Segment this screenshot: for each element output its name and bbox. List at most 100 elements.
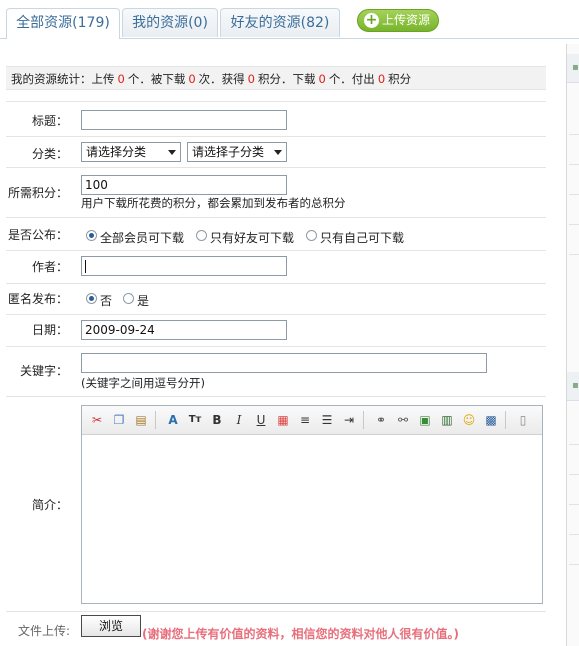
row-divider: [6, 167, 546, 168]
unlink-icon[interactable]: ⚯: [395, 412, 411, 428]
chevron-down-icon: [168, 150, 176, 155]
side-panel-divider: [569, 164, 579, 165]
side-panel-divider: [569, 134, 579, 135]
color-grid-icon[interactable]: ▦: [275, 412, 291, 428]
paste-icon[interactable]: ▤: [133, 412, 149, 428]
subcategory-select-value: 请选择子分类: [192, 145, 265, 159]
points-label: 所需积分：: [7, 186, 68, 200]
side-panel-divider: [569, 224, 579, 225]
stats-paid: 0: [377, 72, 386, 86]
tab-my-resources[interactable]: 我的资源(0): [122, 8, 218, 37]
italic-icon[interactable]: I: [231, 412, 247, 428]
stats-text: 次．获得: [198, 72, 245, 86]
stats-downloaded: 0: [188, 72, 196, 86]
toolbar-separator: [155, 411, 156, 429]
stats-downloads: 0: [318, 72, 326, 86]
anonymous-option-label: 否: [100, 294, 113, 308]
category-select[interactable]: 请选择分类: [81, 142, 181, 162]
side-panel-marker-icon: ▪: [572, 62, 579, 73]
anonymous-radio-yes[interactable]: [123, 293, 134, 304]
list-icon[interactable]: ☰: [319, 412, 335, 428]
editor-toolbar: ✂ ❐ ▤ A Tт B I U ▦ ≡ ☰ ⇥ ⚭ ⚯ ▣ ▥ ☺ ▩ ▯: [82, 406, 542, 435]
title-label: 标题：: [31, 114, 68, 128]
link-icon[interactable]: ⚭: [373, 412, 389, 428]
stats-text: 积分．下载: [257, 72, 316, 86]
stats-text: 个．被下载: [127, 72, 186, 86]
save-icon[interactable]: ▩: [483, 412, 499, 428]
font-size-icon[interactable]: Tт: [187, 412, 203, 428]
points-hint: 用户下载所花费的积分，都会累加到发布者的总积分: [81, 196, 346, 210]
toolbar-separator: [505, 411, 506, 429]
side-panel-divider: [569, 534, 579, 535]
file-upload-label: 文件上传:: [18, 624, 71, 638]
resource-stats-bar: 我的资源统计：上传 0 个．被下载 0 次．获得 0 积分．下载 0 个．付出 0 积分: [6, 66, 546, 90]
intro-label: 简介：: [31, 498, 68, 512]
row-divider: [6, 314, 546, 315]
tab-all-resources[interactable]: 全部资源(179): [6, 8, 120, 39]
side-panel-edge: ▪ ▪: [566, 44, 579, 646]
browse-button[interactable]: 浏览: [81, 615, 141, 637]
stats-uploads: 0: [117, 72, 125, 86]
category-select-value: 请选择分类: [86, 145, 147, 159]
stats-text: 积分: [388, 72, 412, 86]
text-cursor: [85, 260, 86, 273]
row-divider: [6, 136, 546, 137]
public-radio-group: 全部会员可下载 只有好友可下载 只有自己可下载: [86, 229, 416, 245]
public-radio-friends[interactable]: [196, 230, 207, 241]
date-input[interactable]: 2009-09-24: [81, 320, 287, 340]
row-divider: [6, 346, 546, 347]
anonymous-option-label: 是: [137, 294, 150, 308]
public-label: 是否公布：: [7, 228, 68, 242]
side-panel-marker-icon: ▪: [572, 380, 579, 391]
keywords-hint: (关键字之间用逗号分开): [81, 376, 205, 390]
rich-text-editor: ✂ ❐ ▤ A Tт B I U ▦ ≡ ☰ ⇥ ⚭ ⚯ ▣ ▥ ☺ ▩ ▯: [81, 405, 543, 604]
subcategory-select[interactable]: 请选择子分类: [187, 142, 287, 162]
upload-resource-button[interactable]: + 上传资源: [357, 9, 439, 32]
image-icon[interactable]: ▣: [417, 412, 433, 428]
media-icon[interactable]: ▥: [439, 412, 455, 428]
side-panel-divider: [569, 194, 579, 195]
keywords-label: 关键字：: [19, 364, 68, 378]
side-panel-divider: [569, 444, 579, 445]
plus-icon: +: [364, 12, 379, 28]
tab-friends-resources[interactable]: 好友的资源(82): [220, 8, 340, 37]
editor-content-area[interactable]: [82, 435, 542, 603]
anonymous-radio-group: 否 是: [86, 292, 186, 308]
public-radio-self[interactable]: [306, 230, 317, 241]
upload-resource-label: 上传资源: [382, 13, 431, 27]
author-input[interactable]: [81, 256, 287, 276]
author-label: 作者：: [31, 260, 68, 274]
keywords-input[interactable]: [81, 353, 487, 373]
points-input[interactable]: 100: [81, 175, 287, 195]
side-panel-divider: [569, 474, 579, 475]
indent-icon[interactable]: ⇥: [341, 412, 357, 428]
align-icon[interactable]: ≡: [297, 412, 313, 428]
underline-icon[interactable]: U: [253, 412, 269, 428]
side-panel-divider: [569, 564, 579, 565]
emoticon-icon[interactable]: ☺: [461, 412, 477, 428]
row-divider: [6, 396, 546, 397]
row-divider: [6, 217, 546, 218]
side-panel-divider: [569, 504, 579, 505]
row-divider: [6, 101, 546, 102]
bold-icon[interactable]: B: [209, 412, 225, 428]
toolbar-separator: [363, 411, 364, 429]
row-divider: [6, 611, 546, 612]
cut-icon[interactable]: ✂: [89, 412, 105, 428]
date-label: 日期：: [31, 323, 68, 337]
stats-earned: 0: [247, 72, 255, 86]
category-label: 分类：: [31, 147, 68, 161]
public-option-label: 只有好友可下载: [210, 231, 295, 245]
stats-prefix: 我的资源统计：上传: [11, 72, 115, 86]
font-color-icon[interactable]: A: [165, 412, 181, 428]
tab-bar: 全部资源(179) 我的资源(0) 好友的资源(82) + 上传资源: [0, 0, 579, 39]
stats-text: 个．付出: [328, 72, 375, 86]
copy-icon[interactable]: ❐: [111, 412, 127, 428]
row-divider: [6, 283, 546, 284]
title-input[interactable]: [81, 110, 287, 130]
page-icon[interactable]: ▯: [515, 412, 531, 428]
anonymous-radio-no[interactable]: [86, 293, 97, 304]
public-option-label: 只有自己可下载: [320, 231, 405, 245]
row-divider: [6, 250, 546, 251]
public-radio-all[interactable]: [86, 230, 97, 241]
